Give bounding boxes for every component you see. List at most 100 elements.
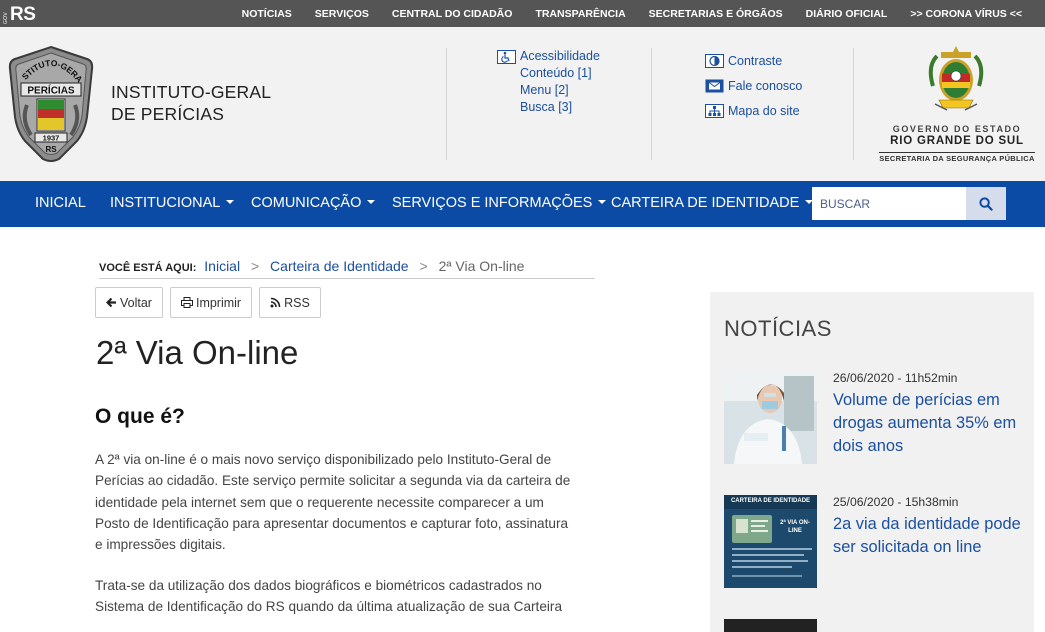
state-coat-of-arms-icon [928,46,984,111]
breadcrumb-carteira-identidade[interactable]: Carteira de Identidade [270,258,409,274]
skip-to-menu-link[interactable]: Menu [2] [497,82,600,99]
content-paragraph: Trata-se da utilização dos dados biográf… [95,575,595,618]
news-title-link[interactable]: 2a via da identidade pode ser solicitada… [833,513,1028,559]
nav-inicial[interactable]: INICIAL [35,181,86,227]
news-sidebar: NOTÍCIAS 26/06/2020 - 11h52min Volume de… [710,292,1034,632]
institute-name-line1: INSTITUTO-GERAL [111,82,272,102]
breadcrumb-separator: > [250,258,260,274]
news-title-link[interactable]: Volume de perícias em drogas aumenta 35%… [833,389,1028,458]
nav-institucional[interactable]: INSTITUCIONAL [110,181,235,227]
nav-carteira-identidade-label: CARTEIRA DE IDENTIDADE [611,195,800,211]
news-date: 25/06/2020 - 15h38min [833,495,959,509]
print-button-label: Imprimir [195,295,242,310]
paragraph-line: e impressões digitais. [95,537,226,553]
contact-label: Fale conosco [728,78,803,93]
header-divider [651,48,652,160]
gov-rs-logo[interactable]: GOV RS [3,3,36,25]
institute-name-line2: DE PERÍCIAS [111,104,225,124]
badge-mid-text: PERÍCIAS [27,84,75,97]
news-date: 26/06/2020 - 11h52min [833,371,958,385]
top-nav: NOTÍCIAS SERVIÇOS CENTRAL DO CIDADÃO TRA… [219,0,1022,27]
breadcrumb: VOCÊ ESTÁ AQUI: Inicial > Carteira de Id… [99,258,595,279]
nav-comunicacao-label: COMUNICAÇÃO [251,195,362,211]
paragraph-line: identidade pela internet sem que o reque… [95,494,544,510]
paragraph-line: Sistema de Identificação do RS quando da… [95,599,562,615]
page-title: 2ª Via On-line [96,334,299,371]
breadcrumb-separator: > [419,258,428,274]
institute-name[interactable]: INSTITUTO-GERAL DE PERÍCIAS [111,81,271,125]
sitemap-link[interactable]: Mapa do site [705,98,802,123]
envelope-icon [705,79,724,93]
printer-icon [180,297,193,308]
top-nav-noticias[interactable]: NOTÍCIAS [242,8,292,20]
accessibility-label: Acessibilidade [520,49,600,63]
gov-logo-small-text: GOV [3,11,9,24]
accessibility-link[interactable]: Acessibilidade [497,48,600,65]
news-thumbnail-id-card-image[interactable]: CARTEIRA DE IDENTIDADE 2ª VIA ON-LINE [724,495,817,588]
back-button-label: Voltar [120,295,152,310]
badge-bottom-text: RS [45,145,57,154]
nav-servicos-informacoes-label: SERVIÇOS E INFORMAÇÕES [392,195,593,211]
section-heading: O que é? [95,405,185,428]
thumbnail-header-text: CARTEIRA DE IDENTIDADE [730,498,811,504]
paragraph-line: Perícias ao cidadão. Este serviço permit… [95,473,571,489]
caret-down-icon [367,200,376,205]
top-nav-servicos[interactable]: SERVIÇOS [315,8,369,20]
skip-to-search-link[interactable]: Busca [3] [497,99,600,116]
arrow-left-icon [106,297,116,308]
search-button[interactable] [966,187,1006,220]
news-item[interactable]: 26/06/2020 - 11h52min Volume de perícias… [724,371,1024,466]
paragraph-line: A 2ª via on-line é o mais novo serviço d… [95,452,552,467]
nav-servicos-informacoes[interactable]: SERVIÇOS E INFORMAÇÕES [392,181,607,227]
nav-institucional-label: INSTITUCIONAL [110,195,221,211]
caret-down-icon [598,200,607,205]
breadcrumb-current: 2ª Via On-line [438,258,525,274]
news-sidebar-title: NOTÍCIAS [724,316,832,341]
gov-logo-text: RS [10,4,36,25]
search-input[interactable] [812,187,966,220]
contact-link[interactable]: Fale conosco [705,73,802,98]
institute-badge-logo[interactable]: INSTITUTO-GERAL PERÍCIAS 1937 RS [7,45,95,163]
page-actions: Voltar Imprimir RSS [95,287,328,318]
rss-button[interactable]: RSS [259,287,321,318]
state-government-brand[interactable]: GOVERNO DO ESTADO RIO GRANDE DO SUL SECR… [872,124,1042,166]
nav-carteira-identidade[interactable]: CARTEIRA DE IDENTIDADE [611,181,814,227]
thumbnail-badge-text: 2ª VIA ON-LINE [780,520,810,534]
nav-comunicacao[interactable]: COMUNICAÇÃO [251,181,376,227]
news-item[interactable]: CARTEIRA DE IDENTIDADE 2ª VIA ON-LINE 25… [724,495,1024,590]
accessibility-menu: Acessibilidade Conteúdo [1] Menu [2] Bus… [497,48,600,116]
back-button[interactable]: Voltar [95,287,163,318]
top-nav-central-cidadao[interactable]: CENTRAL DO CIDADÃO [392,8,513,20]
top-nav-transparencia[interactable]: TRANSPARÊNCIA [535,8,625,20]
contrast-icon [705,53,724,68]
contrast-link[interactable]: Contraste [705,48,802,73]
nav-inicial-label: INICIAL [35,195,86,211]
wheelchair-icon [497,49,516,64]
header-utility-links: Contraste Fale conosco Mapa do site [705,48,802,123]
rss-button-label: RSS [284,295,310,310]
paragraph-line: Posto de Identificação para apresentar d… [95,515,569,531]
top-nav-diario-oficial[interactable]: DIÁRIO OFICIAL [806,8,888,20]
header-divider [853,48,854,160]
sitemap-icon [705,103,724,118]
skip-to-content-link[interactable]: Conteúdo [1] [497,65,600,82]
header-divider [446,48,447,160]
breadcrumb-inicial[interactable]: Inicial [204,258,240,274]
breadcrumb-label: VOCÊ ESTÁ AQUI: [99,262,197,274]
main-nav: INICIAL INSTITUCIONAL COMUNICAÇÃO SERVIÇ… [0,181,1045,227]
top-nav-secretarias[interactable]: SECRETARIAS E ÓRGÃOS [649,8,783,20]
paragraph-line: Trata-se da utilização dos dados biográf… [95,578,542,593]
contrast-label: Contraste [728,53,783,68]
news-thumbnail-lab-image[interactable] [724,371,817,464]
search-icon [979,196,993,211]
print-button[interactable]: Imprimir [169,287,253,318]
gov-line2: RIO GRANDE DO SUL [890,135,1024,147]
badge-year: 1937 [43,134,60,143]
news-thumbnail-partial[interactable] [724,619,817,632]
gov-line3: SECRETARIA DA SEGURANÇA PÚBLICA [879,152,1035,163]
sitemap-label: Mapa do site [728,103,800,118]
content-paragraph: A 2ª via on-line é o mais novo serviço d… [95,449,595,555]
top-nav-corona-virus[interactable]: >> CORONA VÍRUS << [910,8,1022,20]
caret-down-icon [226,200,235,205]
gov-line1: GOVERNO DO ESTADO [892,124,1022,134]
